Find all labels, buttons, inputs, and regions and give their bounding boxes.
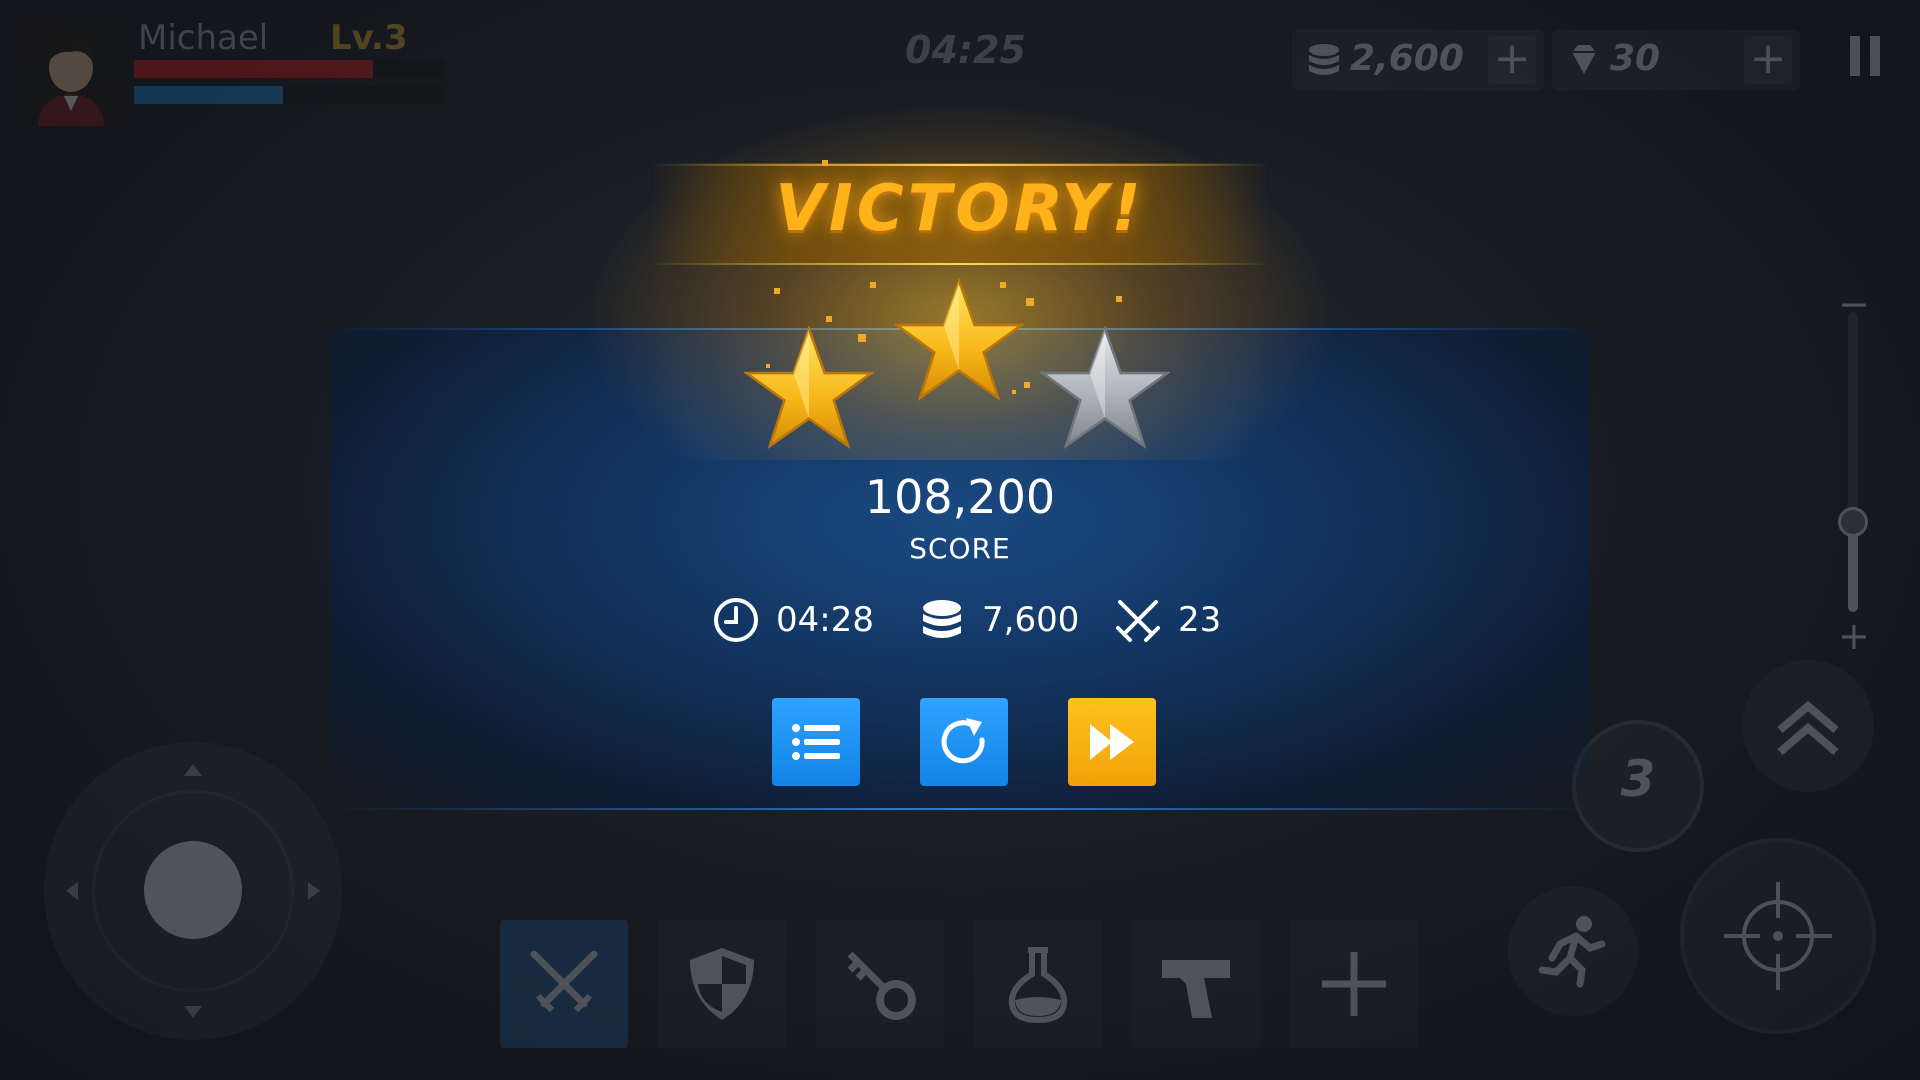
score-label: SCORE xyxy=(909,532,1011,565)
panel-bottom-divider xyxy=(330,808,1590,810)
skill-slot-key[interactable] xyxy=(816,920,944,1048)
sparkle xyxy=(870,282,876,288)
banner-top-line xyxy=(650,164,1270,166)
double-chevron-up-icon xyxy=(1777,700,1839,756)
add-gems-button[interactable]: + xyxy=(1744,36,1792,84)
star-1-icon xyxy=(744,326,874,450)
grenade-count: 3 xyxy=(1620,750,1656,808)
skill-slot-pistol[interactable] xyxy=(1132,920,1260,1048)
list-icon xyxy=(792,724,840,760)
pistol-icon xyxy=(1162,960,1230,1018)
player-name: Michael xyxy=(138,18,269,58)
star-2-icon xyxy=(894,278,1024,402)
next-level-button[interactable] xyxy=(1068,698,1156,786)
sparkle xyxy=(826,316,832,322)
level-list-button[interactable] xyxy=(772,698,860,786)
fast-forward-icon xyxy=(1090,724,1134,760)
zoom-slider[interactable] xyxy=(1848,312,1858,612)
zoom-slider-handle[interactable] xyxy=(1838,507,1868,537)
kills-value: 23 xyxy=(1178,600,1222,640)
skill-slot-potion[interactable] xyxy=(974,920,1102,1048)
coins-earned-value: 7,600 xyxy=(982,600,1080,640)
jump-button[interactable] xyxy=(1742,660,1874,792)
pause-button[interactable] xyxy=(1848,36,1884,76)
retry-button[interactable] xyxy=(920,698,1008,786)
coins-icon xyxy=(923,600,961,638)
coins-icon xyxy=(1309,44,1339,75)
victory-title: VICTORY! xyxy=(775,172,1145,246)
crossed-swords-icon xyxy=(1116,600,1160,642)
player-avatar[interactable] xyxy=(16,16,126,126)
plus-icon xyxy=(1322,952,1386,1016)
key-icon xyxy=(847,951,916,1020)
gem-icon xyxy=(1572,45,1596,74)
sparkle xyxy=(822,160,828,166)
health-bar xyxy=(134,60,444,78)
time-value: 04:28 xyxy=(776,600,874,640)
sparkle xyxy=(1116,296,1122,302)
sprint-button[interactable] xyxy=(1508,886,1638,1016)
coins-counter: 2,600 + xyxy=(1292,30,1544,90)
crosshair-icon xyxy=(1724,882,1832,990)
crossed-swords-icon xyxy=(530,950,598,1013)
mana-bar xyxy=(134,86,444,104)
sparkle xyxy=(1026,298,1034,306)
match-timer: 04:25 xyxy=(905,28,1026,72)
coins-value: 2,600 xyxy=(1350,38,1464,79)
player-level: Lv.3 xyxy=(330,18,408,58)
running-man-icon xyxy=(1538,916,1606,988)
add-skill-slot[interactable] xyxy=(1290,920,1418,1048)
gems-counter: 30 + xyxy=(1552,30,1800,90)
restart-icon xyxy=(941,718,985,764)
sparkle xyxy=(774,288,780,294)
score-value: 108,200 xyxy=(864,470,1056,524)
mana-bar-fill xyxy=(134,86,283,104)
star-3-empty-icon xyxy=(1040,326,1170,450)
slider-plus-label: + xyxy=(1838,614,1870,658)
potion-flask-icon xyxy=(1008,947,1068,1024)
skill-slot-shield[interactable] xyxy=(658,920,786,1048)
fire-button[interactable] xyxy=(1680,838,1876,1034)
clock-icon xyxy=(714,598,758,642)
banner-bottom-line xyxy=(650,263,1270,265)
shield-icon xyxy=(690,948,754,1020)
add-coins-button[interactable]: + xyxy=(1488,36,1536,84)
joystick-arrows-icon xyxy=(66,764,320,1018)
skill-slot-swords[interactable] xyxy=(500,920,628,1048)
gems-value: 30 xyxy=(1610,38,1661,79)
sparkle xyxy=(1024,382,1030,388)
health-bar-fill xyxy=(134,60,373,78)
